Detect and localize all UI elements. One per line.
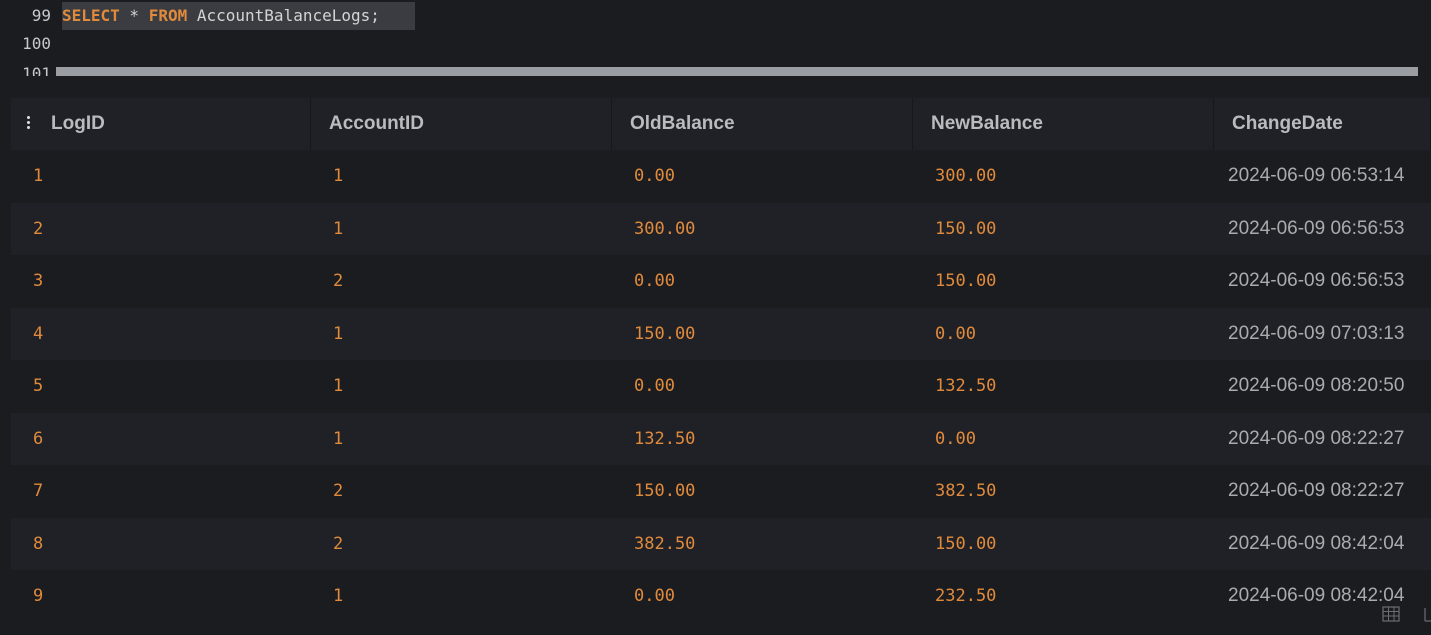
column-header-label: OldBalance: [630, 113, 735, 134]
sql-editor[interactable]: 99 SELECT * FROM AccountBalanceLogs; 100…: [0, 0, 1431, 86]
cell-accountid[interactable]: 1: [311, 150, 612, 203]
table-row[interactable]: 7 2 150.00 382.50 2024-06-09 08:22:27: [11, 465, 1431, 518]
cell-oldbalance[interactable]: 0.00: [612, 360, 913, 413]
table-row[interactable]: 4 1 150.00 0.00 2024-06-09 07:03:13: [11, 307, 1431, 361]
cell-logid[interactable]: 3: [11, 255, 311, 308]
cell-logid[interactable]: 4: [11, 308, 311, 361]
table-row[interactable]: 1 1 0.00 300.00 2024-06-09 06:53:14: [11, 150, 1431, 203]
cell-oldbalance[interactable]: 0.00: [612, 255, 913, 308]
sql-wildcard: *: [119, 6, 149, 25]
line-number: 99: [31, 6, 51, 25]
cell-newbalance[interactable]: 382.50: [913, 465, 1214, 518]
editor-line-100[interactable]: 100: [0, 30, 1431, 58]
cell-changedate[interactable]: 2024-06-09 08:20:50: [1214, 360, 1431, 413]
cell-logid[interactable]: 2: [11, 203, 311, 256]
cell-oldbalance[interactable]: 150.00: [612, 465, 913, 518]
cell-oldbalance[interactable]: 132.50: [612, 413, 913, 466]
cell-oldbalance[interactable]: 0.00: [612, 570, 913, 623]
cell-logid[interactable]: 6: [11, 413, 311, 466]
table-row[interactable]: 8 2 382.50 150.00 2024-06-09 08:42:04: [11, 517, 1431, 571]
horizontal-scrollbar[interactable]: [56, 67, 1418, 76]
column-header-newbalance[interactable]: NewBalance: [913, 98, 1214, 150]
cell-changedate[interactable]: 2024-06-09 08:22:27: [1214, 465, 1431, 518]
cell-logid[interactable]: 9: [11, 570, 311, 623]
column-header-changedate[interactable]: ChangeDate: [1214, 98, 1431, 150]
cell-newbalance[interactable]: 150.00: [913, 518, 1214, 571]
kebab-icon[interactable]: [27, 116, 31, 130]
cell-oldbalance[interactable]: 0.00: [612, 150, 913, 203]
table-row[interactable]: 3 2 0.00 150.00 2024-06-09 06:56:53: [11, 255, 1431, 308]
column-header-logid[interactable]: LogID: [11, 98, 311, 150]
cell-newbalance[interactable]: 0.00: [913, 413, 1214, 466]
cell-newbalance[interactable]: 232.50: [913, 570, 1214, 623]
editor-line-99[interactable]: 99 SELECT * FROM AccountBalanceLogs;: [0, 2, 1431, 30]
editor-line-101[interactable]: 101: [0, 66, 60, 76]
cell-changedate[interactable]: 2024-06-09 08:22:27: [1214, 413, 1431, 466]
sql-keyword-select: SELECT: [62, 6, 120, 25]
table-row[interactable]: 9 1 0.00 232.50 2024-06-09 08:42:04: [11, 570, 1431, 623]
column-header-label: ChangeDate: [1232, 113, 1343, 134]
sql-table-name: AccountBalanceLogs;: [187, 6, 380, 25]
grid-header-row: LogID AccountID OldBalance NewBalance Ch…: [11, 98, 1431, 150]
cell-newbalance[interactable]: 150.00: [913, 255, 1214, 308]
cell-oldbalance[interactable]: 382.50: [612, 518, 913, 571]
sql-keyword-from: FROM: [148, 6, 188, 25]
column-header-oldbalance[interactable]: OldBalance: [612, 98, 913, 150]
cell-oldbalance[interactable]: 150.00: [612, 308, 913, 361]
cell-accountid[interactable]: 1: [311, 360, 612, 413]
cell-accountid[interactable]: 2: [311, 255, 612, 308]
line-number: 100: [22, 34, 51, 53]
table-row[interactable]: 2 1 300.00 150.00 2024-06-09 06:56:53: [11, 202, 1431, 256]
cell-changedate[interactable]: 2024-06-09 08:42:04: [1214, 518, 1431, 571]
cell-changedate[interactable]: 2024-06-09 06:56:53: [1214, 203, 1431, 256]
cell-newbalance[interactable]: 132.50: [913, 360, 1214, 413]
cell-accountid[interactable]: 2: [311, 465, 612, 518]
column-header-accountid[interactable]: AccountID: [311, 98, 612, 150]
column-header-label: LogID: [51, 113, 105, 134]
view-switcher: [1382, 606, 1431, 626]
column-header-label: NewBalance: [931, 113, 1043, 134]
cell-newbalance[interactable]: 150.00: [913, 203, 1214, 256]
cell-changedate[interactable]: 2024-06-09 07:03:13: [1214, 308, 1431, 361]
cell-accountid[interactable]: 1: [311, 570, 612, 623]
cell-logid[interactable]: 5: [11, 360, 311, 413]
cell-logid[interactable]: 1: [11, 150, 311, 203]
cell-logid[interactable]: 7: [11, 465, 311, 518]
cell-changedate[interactable]: 2024-06-09 06:56:53: [1214, 255, 1431, 308]
cell-newbalance[interactable]: 300.00: [913, 150, 1214, 203]
table-row[interactable]: 5 1 0.00 132.50 2024-06-09 08:20:50: [11, 360, 1431, 413]
editor-line-101-clip: 101: [0, 66, 60, 76]
line-number: 101: [22, 66, 51, 76]
cell-accountid[interactable]: 2: [311, 518, 612, 571]
table-view-icon[interactable]: [1382, 606, 1400, 622]
results-grid: LogID AccountID OldBalance NewBalance Ch…: [11, 98, 1431, 623]
cell-changedate[interactable]: 2024-06-09 06:53:14: [1214, 150, 1431, 203]
column-header-label: AccountID: [329, 113, 424, 134]
cell-oldbalance[interactable]: 300.00: [612, 203, 913, 256]
cell-accountid[interactable]: 1: [311, 413, 612, 466]
table-row[interactable]: 6 1 132.50 0.00 2024-06-09 08:22:27: [11, 412, 1431, 466]
cell-newbalance[interactable]: 0.00: [913, 308, 1214, 361]
cell-logid[interactable]: 8: [11, 518, 311, 571]
cell-accountid[interactable]: 1: [311, 308, 612, 361]
sql-statement[interactable]: SELECT * FROM AccountBalanceLogs;: [62, 2, 380, 30]
cell-accountid[interactable]: 1: [311, 203, 612, 256]
chart-view-icon[interactable]: [1424, 606, 1431, 622]
